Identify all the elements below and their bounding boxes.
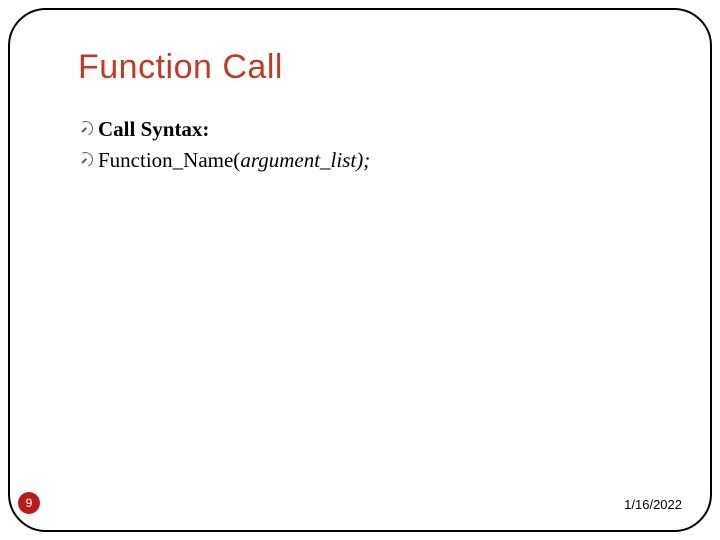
bullet-text: Function_Name( xyxy=(98,148,240,172)
slide-title: Function Call xyxy=(78,48,680,87)
bullet-item: Function_Name(argument_list); xyxy=(78,148,680,173)
page-number-badge: 9 xyxy=(18,492,40,514)
bullet-item: Call Syntax: xyxy=(78,117,680,142)
slide-content: Function Call Call Syntax: Function_Name… xyxy=(78,48,680,179)
swirl-bullet-icon xyxy=(78,120,96,138)
bullet-text-italic: argument_list); xyxy=(240,148,370,172)
swirl-bullet-icon xyxy=(78,151,96,169)
bullet-text-bold: Call Syntax: xyxy=(98,117,209,141)
date-footer: 1/16/2022 xyxy=(624,497,682,512)
